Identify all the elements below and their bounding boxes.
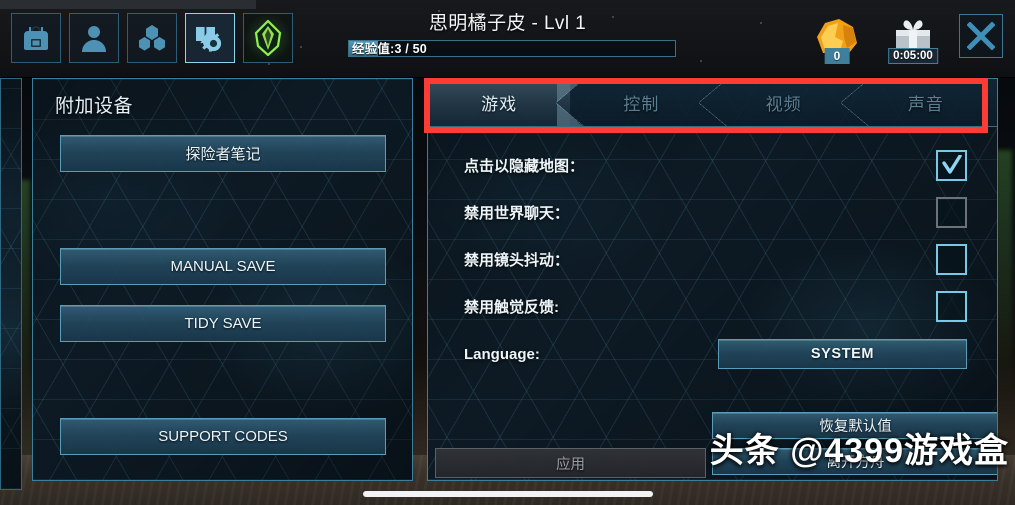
settings-tabs: 游戏 控制 视频 声音 — [428, 79, 997, 127]
resource-group: 0 0:05:00 — [807, 8, 1003, 66]
tidy-save-button[interactable]: TIDY SAVE — [60, 305, 386, 342]
language-row: Language: SYSTEM — [464, 339, 967, 369]
option-label-disable-world-chat: 禁用世界聊天： — [464, 204, 570, 222]
language-label: Language: — [464, 345, 540, 363]
apply-button[interactable]: 应用 — [435, 448, 706, 478]
close-button[interactable] — [959, 14, 1003, 58]
option-row-disable-camera-shake: 禁用镜头抖动： — [464, 243, 967, 275]
gift-timer-item[interactable]: 0:05:00 — [883, 8, 943, 66]
close-icon — [967, 22, 995, 50]
left-edge-panel — [0, 78, 22, 490]
manual-save-button[interactable]: MANUAL SAVE — [60, 248, 386, 285]
tab-sound[interactable]: 声音 — [840, 79, 997, 126]
option-label-disable-camera-shake: 禁用镜头抖动： — [464, 251, 570, 269]
option-label-disable-haptics: 禁用触觉反馈: — [464, 298, 559, 316]
leave-ark-button[interactable]: 离开方舟 — [712, 448, 997, 475]
tab-controls[interactable]: 控制 — [556, 79, 712, 126]
top-bar: 思明橘子皮 - Lvl 1 经验值:3 / 50 0 0:05:00 — [0, 0, 1015, 78]
checkbox-disable-haptics[interactable] — [936, 290, 967, 322]
option-row-disable-haptics: 禁用触觉反馈: — [464, 290, 967, 322]
xp-bar-label: 经验值:3 / 50 — [352, 42, 427, 56]
left-panel-title: 附加设备 — [55, 96, 134, 117]
home-indicator[interactable] — [362, 491, 653, 497]
gift-timer-value: 0:05:00 — [888, 48, 938, 64]
option-label-hide-map: 点击以隐藏地图： — [464, 157, 585, 175]
option-row-disable-world-chat: 禁用世界聊天： — [464, 196, 967, 228]
ore-count: 0 — [824, 48, 850, 64]
settings-options-list: 点击以隐藏地图： 禁用世界聊天： 禁用镜头抖动： 禁用触觉反馈: Languag… — [428, 127, 997, 369]
xp-bar: 经验值:3 / 50 — [348, 40, 676, 57]
option-row-hide-map: 点击以隐藏地图： — [464, 149, 967, 181]
game-screen: 思明橘子皮 - Lvl 1 经验值:3 / 50 0 0:05:00 附加设备 … — [0, 0, 1015, 505]
restore-defaults-button[interactable]: 恢复默认值 — [712, 412, 997, 439]
checkmark-icon — [941, 155, 962, 174]
support-codes-button[interactable]: SUPPORT CODES — [60, 418, 386, 455]
tab-game[interactable]: 游戏 — [428, 79, 584, 126]
checkbox-disable-world-chat[interactable] — [936, 196, 967, 228]
checkbox-hide-map[interactable] — [936, 149, 967, 181]
settings-panel: 游戏 控制 视频 声音 点击以隐藏地图： 禁用世界聊天： 禁用镜头抖动： 禁用触… — [427, 78, 998, 481]
additional-equipment-panel: 附加设备 探险者笔记 MANUAL SAVE TIDY SAVE SUPPORT… — [32, 78, 413, 481]
explorer-notes-button[interactable]: 探险者笔记 — [60, 135, 386, 172]
ore-resource[interactable]: 0 — [807, 8, 867, 66]
checkbox-disable-camera-shake[interactable] — [936, 243, 967, 275]
tab-video[interactable]: 视频 — [698, 79, 855, 126]
language-value-button[interactable]: SYSTEM — [718, 339, 967, 369]
